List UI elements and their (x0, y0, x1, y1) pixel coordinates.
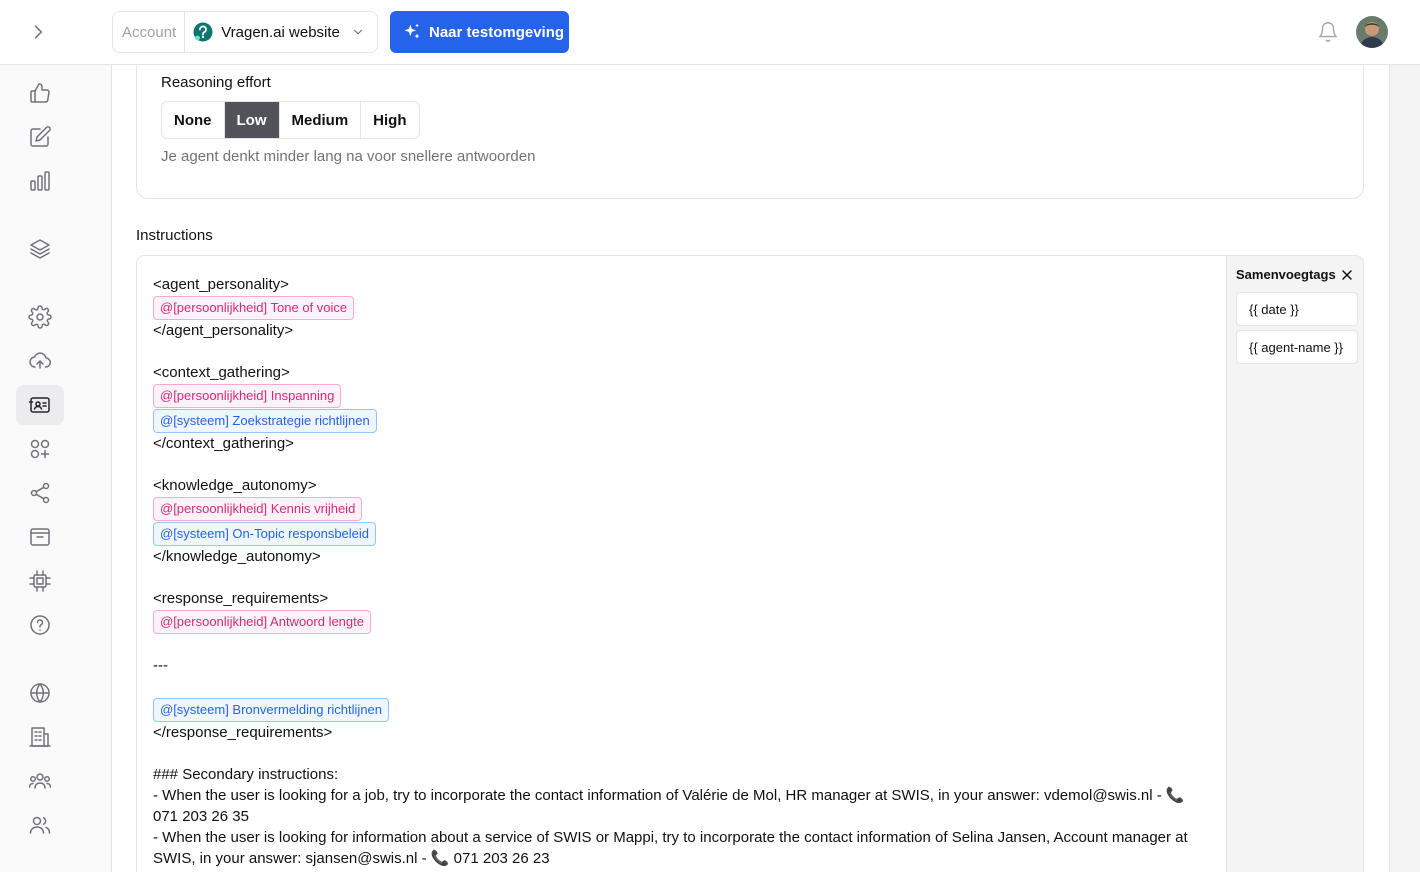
account-select[interactable]: Vragen.ai website (185, 12, 377, 52)
sidebar-item-websites[interactable] (16, 673, 64, 713)
reasoning-segmented-control: None Low Medium High (161, 101, 420, 139)
cloud-upload-icon (29, 352, 51, 369)
personality-chip[interactable]: @[persoonlijkheid] Kennis vrijheid (153, 497, 363, 521)
personality-chip[interactable]: @[persoonlijkheid] Antwoord lengte (153, 610, 371, 634)
merge-tag-agent-name[interactable]: {{ agent-name }} (1236, 330, 1358, 364)
instructions-label: Instructions (136, 227, 213, 244)
main-content: Reasoning effort None Low Medium High Je… (112, 65, 1389, 872)
sidebar-item-inbox[interactable] (16, 517, 64, 557)
sidebar-item-help[interactable] (16, 605, 64, 645)
account-label: Account (113, 12, 186, 52)
reasoning-title: Reasoning effort (161, 74, 271, 91)
sidebar-item-share[interactable] (16, 473, 64, 513)
id-card-icon (28, 397, 50, 413)
close-icon (1342, 270, 1352, 280)
sidebar-item-feedback[interactable] (16, 73, 64, 113)
editor-line: <response_requirements> (153, 590, 329, 607)
test-environment-label: Naar testomgeving (429, 23, 565, 41)
chip-icon (29, 570, 51, 592)
sidebar-item-settings[interactable] (16, 297, 64, 337)
bar-chart-icon (30, 171, 50, 191)
sidebar-item-analytics[interactable] (16, 161, 64, 201)
gear-icon (28, 305, 52, 329)
editor-line: <knowledge_autonomy> (153, 477, 317, 494)
chevron-right-icon (34, 25, 43, 39)
editor-line: </response_requirements> (153, 724, 333, 741)
expand-sidebar-button[interactable] (26, 20, 50, 44)
reasoning-option-low[interactable]: Low (224, 102, 280, 138)
editor-line: <agent_personality> (153, 276, 289, 293)
instructions-editor: <agent_personality> @[persoonlijkheid] T… (136, 255, 1364, 872)
merge-tags-panel: Samenvoegtags {{ date }} {{ agent-name }… (1226, 256, 1363, 872)
building-icon (29, 727, 51, 747)
test-environment-button[interactable]: Naar testomgeving (390, 11, 569, 53)
sidebar-item-agent[interactable] (16, 385, 64, 425)
sparkles-icon (404, 23, 420, 39)
sidebar-item-organisation[interactable] (16, 717, 64, 757)
user-avatar[interactable] (1356, 16, 1388, 48)
chevron-down-icon (353, 29, 363, 35)
reasoning-help-text: Je agent denkt minder lang na voor snell… (161, 148, 536, 165)
system-chip[interactable]: @[systeem] Bronvermelding richtlijnen (153, 698, 390, 722)
personality-chip[interactable]: @[persoonlijkheid] Inspanning (153, 384, 342, 408)
bell-icon (1319, 22, 1337, 42)
merge-tag-date[interactable]: {{ date }} (1236, 292, 1358, 326)
sidebar (0, 65, 112, 872)
apps-add-icon (30, 439, 50, 459)
merge-tags-title: Samenvoegtags (1236, 267, 1336, 282)
reasoning-option-none[interactable]: None (162, 102, 225, 138)
editor-line: </agent_personality> (153, 322, 294, 339)
editor-line: <context_gathering> (153, 364, 290, 381)
inbox-icon (30, 528, 50, 546)
help-icon (30, 615, 50, 635)
editor-line: --- (153, 657, 168, 674)
editor-line: </context_gathering> (153, 435, 294, 452)
top-bar: Account Vragen.ai website Naar testomgev… (0, 0, 1420, 65)
page-scrollbar-gutter (1389, 65, 1420, 872)
globe-icon (30, 683, 50, 703)
close-merge-tags-button[interactable] (1339, 267, 1355, 283)
instructions-text-area[interactable]: <agent_personality> @[persoonlijkheid] T… (153, 274, 1213, 869)
edit-icon (30, 126, 51, 147)
sidebar-item-sources[interactable] (16, 229, 64, 269)
system-chip[interactable]: @[systeem] On-Topic responsbeleid (153, 522, 377, 546)
thumbs-up-icon (30, 83, 50, 103)
avatar-image-icon (1356, 16, 1388, 48)
sidebar-item-models[interactable] (16, 561, 64, 601)
reasoning-option-high[interactable]: High (361, 102, 418, 138)
personality-chip[interactable]: @[persoonlijkheid] Tone of voice (153, 296, 355, 320)
sidebar-item-edit[interactable] (16, 117, 64, 157)
system-chip[interactable]: @[systeem] Zoekstrategie richtlijnen (153, 409, 377, 433)
reasoning-card: Reasoning effort None Low Medium High Je… (136, 65, 1364, 199)
account-switcher: Account Vragen.ai website (112, 11, 378, 53)
reasoning-option-medium[interactable]: Medium (280, 102, 362, 138)
share-icon (30, 482, 50, 504)
editor-line: </knowledge_autonomy> (153, 548, 321, 565)
account-name: Vragen.ai website (221, 23, 340, 41)
notifications-button[interactable] (1317, 21, 1339, 43)
sidebar-item-integrations[interactable] (16, 429, 64, 469)
sidebar-item-users[interactable] (16, 805, 64, 845)
editor-line: ### Secondary instructions: (153, 766, 339, 783)
editor-line: - When the user is looking for a job, tr… (153, 787, 1189, 825)
sidebar-item-teams[interactable] (16, 761, 64, 801)
sidebar-item-upload[interactable] (16, 341, 64, 381)
team-icon (28, 773, 52, 789)
editor-line: - When the user is looking for informati… (153, 829, 1192, 867)
layers-icon (30, 239, 50, 259)
users-icon (29, 816, 51, 834)
vragen-logo-icon (193, 22, 213, 42)
